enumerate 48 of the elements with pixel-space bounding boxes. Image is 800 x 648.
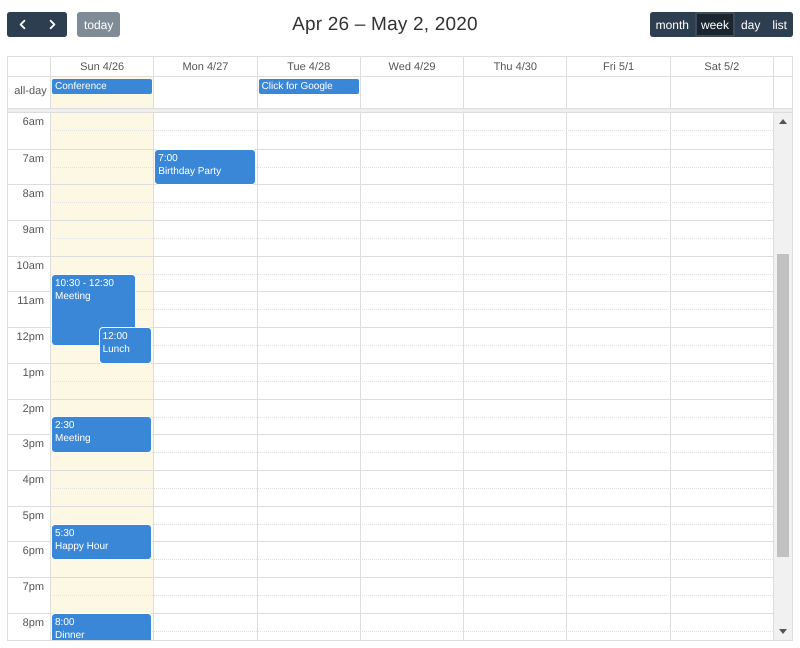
calendar-event[interactable]: 12:00 Lunch [100, 328, 152, 363]
time-label: 5pm [22, 510, 44, 522]
calendar-event[interactable]: 8:00 Dinner [52, 614, 152, 640]
event-time: 12:00 [102, 330, 128, 344]
day-header: Mon 4/27 [182, 60, 228, 72]
day-header: Wed 4/29 [388, 60, 436, 72]
time-label: 2pm [22, 402, 44, 414]
view-button[interactable]: week [694, 12, 735, 37]
time-label: 1pm [22, 366, 44, 379]
day-header: Thu 4/30 [494, 60, 537, 72]
all-day-event[interactable]: Conference [52, 79, 152, 94]
time-label: 7pm [22, 580, 44, 593]
time-label: 3pm [22, 438, 44, 450]
day-header: Fri 5/1 [602, 60, 634, 72]
time-label: 8pm [22, 616, 44, 629]
time-label: 11am [17, 295, 44, 308]
event-title: Birthday Party [158, 164, 222, 178]
calendar-title: Apr 26 – May 2, 2020 [292, 14, 478, 36]
scrollbar-thumb[interactable] [776, 254, 789, 557]
time-label: 12pm [16, 331, 44, 344]
time-label: 8am [22, 188, 44, 200]
day-header: Sun 4/26 [80, 60, 124, 72]
event-title: Dinner [55, 628, 84, 640]
event-time: 5:30 [55, 526, 74, 540]
time-label: 10am [16, 260, 44, 272]
event-time: 2:30 [55, 419, 74, 432]
event-time: 7:00 [158, 152, 178, 165]
time-label: 6am [22, 116, 44, 128]
scroll-up-icon[interactable] [778, 119, 787, 124]
day-header: Tue 4/28 [287, 60, 330, 72]
all-day-label: all-day [13, 85, 47, 97]
event-title: Happy Hour [55, 540, 108, 553]
event-title: Meeting [55, 432, 91, 446]
event-time: 10:30 - 12:30 [55, 276, 114, 290]
event-title: Lunch [102, 343, 130, 356]
scroll-down-icon[interactable] [778, 629, 787, 634]
time-label: 7am [22, 152, 44, 165]
time-label: 4pm [22, 474, 44, 486]
event-time: 8:00 [55, 616, 74, 629]
day-header: Sat 5/2 [704, 60, 740, 72]
calendar-event[interactable]: 2:30 Meeting [52, 417, 152, 452]
time-label: 6pm [22, 545, 44, 558]
event-title: Meeting [55, 290, 91, 303]
scrollbar[interactable] [772, 113, 792, 640]
calendar-event[interactable]: 7:00 Birthday Party [155, 150, 255, 184]
calendar-event[interactable]: 5:30 Happy Hour [52, 524, 152, 560]
time-label: 9am [22, 224, 44, 236]
all-day-event[interactable]: Click for Google [258, 79, 359, 94]
